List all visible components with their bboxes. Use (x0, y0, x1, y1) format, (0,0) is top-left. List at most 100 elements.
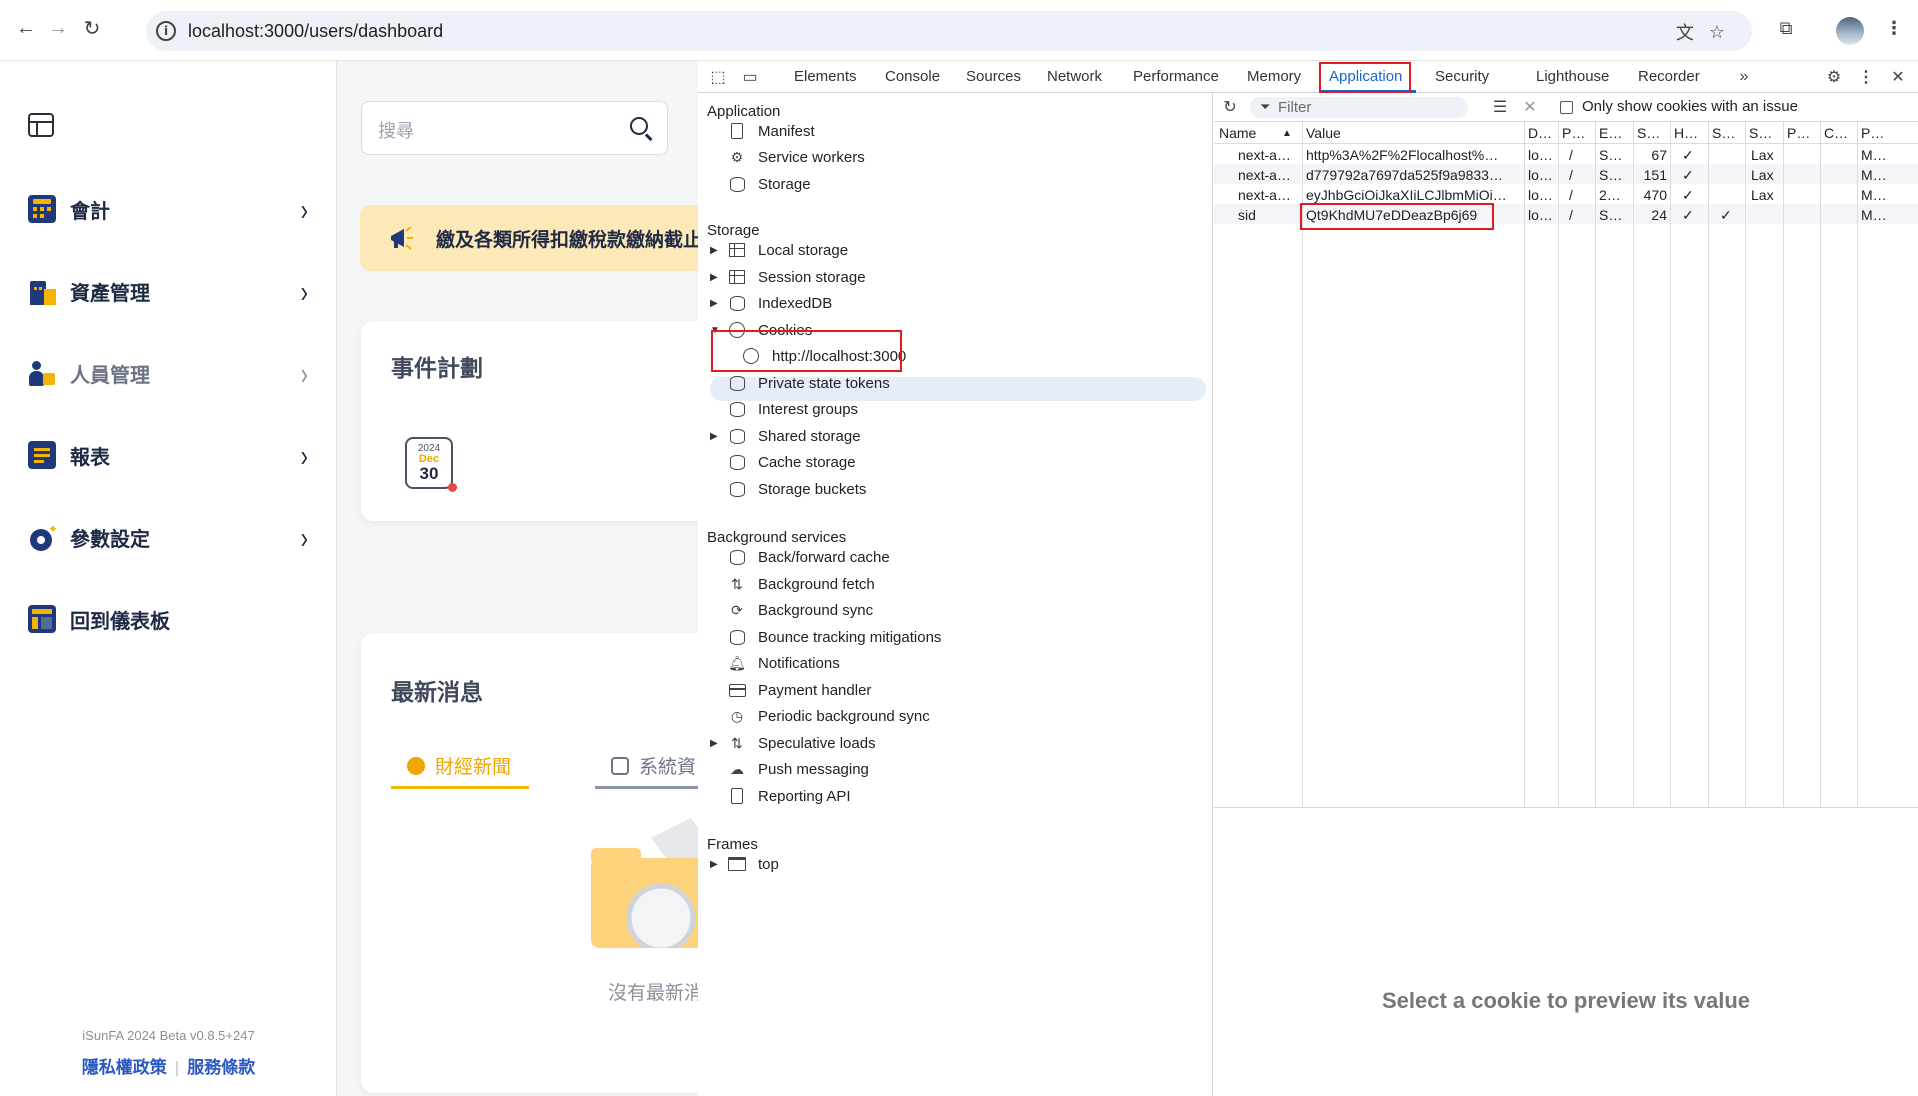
expand-arrow-icon[interactable]: ▶ (710, 738, 718, 749)
site-info-icon[interactable]: i (156, 21, 176, 41)
tree-item-background-fetch[interactable]: ⇅ Background fetch (698, 572, 1208, 596)
translate-icon[interactable]: 文 (1674, 21, 1696, 43)
tab-elements[interactable]: Elements (794, 68, 857, 85)
tree-item-background-sync[interactable]: ⟳ Background sync (698, 598, 1208, 622)
tab-memory[interactable]: Memory (1247, 68, 1301, 85)
address-bar[interactable]: i localhost:3000/users/dashboard 文 ☆ (146, 11, 1752, 51)
reload-icon[interactable]: ↻ (78, 14, 106, 42)
sidebar-item-label: 人員管理 (70, 364, 150, 387)
tree-item-manifest[interactable]: Manifest (698, 119, 1208, 143)
column-header-httponly[interactable]: H… (1674, 125, 1698, 141)
tree-item-indexeddb[interactable]: ▶ IndexedDB (698, 291, 1208, 315)
cell-path: / (1569, 207, 1573, 223)
database-icon (611, 756, 629, 775)
cell-samesite: Lax (1751, 187, 1774, 203)
more-tabs-icon[interactable]: » (1734, 67, 1754, 87)
close-icon[interactable]: ✕ (1888, 67, 1908, 87)
search-icon[interactable] (630, 117, 648, 135)
sidebar-toggle-icon[interactable] (28, 113, 54, 137)
sidebar-item-accounting[interactable]: 會計 › (28, 189, 308, 229)
tree-item-storage-buckets[interactable]: Storage buckets (698, 477, 1208, 501)
sidebar-item-assets[interactable]: 資產管理 › (28, 271, 308, 311)
only-issues-checkbox[interactable] (1560, 101, 1573, 114)
tree-item-label: Reporting API (758, 787, 851, 805)
tab-security[interactable]: Security (1435, 68, 1489, 85)
refresh-icon[interactable]: ↻ (1220, 97, 1240, 117)
profile-avatar[interactable] (1836, 17, 1864, 45)
expand-arrow-icon[interactable]: ▶ (710, 298, 718, 309)
tree-item-payment-handler[interactable]: Payment handler (698, 678, 1208, 702)
tree-item-interest-groups[interactable]: Interest groups (698, 397, 1208, 421)
tree-item-private-state-tokens[interactable]: Private state tokens (698, 371, 1208, 395)
database-icon (728, 374, 746, 392)
delete-selected-icon[interactable]: ✕ (1520, 97, 1540, 117)
terms-of-service-link[interactable]: 服務條款 (187, 1058, 255, 1077)
column-header-size[interactable]: S… (1637, 125, 1660, 141)
inspect-element-icon[interactable]: ⬚ (708, 67, 728, 87)
tree-item-label: Speculative loads (758, 734, 876, 752)
clear-all-icon[interactable]: ☰ (1490, 97, 1510, 117)
search-box[interactable]: 搜尋 (361, 101, 668, 155)
bookmark-star-icon[interactable]: ☆ (1706, 21, 1728, 43)
column-header-secure[interactable]: S… (1712, 125, 1735, 141)
sidebar-item-settings[interactable]: ✦ 參數設定 › (28, 517, 308, 557)
cell-domain: lo… (1528, 167, 1553, 183)
cell-httponly: ✓ (1682, 147, 1694, 163)
chrome-menu-icon[interactable]: ⋮ (1880, 14, 1908, 42)
column-header-cross-site[interactable]: C… (1824, 125, 1848, 141)
column-header-priority[interactable]: P… (1861, 125, 1884, 141)
search-input[interactable]: 搜尋 (378, 117, 414, 143)
tree-item-push-messaging[interactable]: ☁ Push messaging (698, 757, 1208, 781)
sidebar-item-dashboard[interactable]: 回到儀表板 (28, 599, 308, 639)
tab-lighthouse[interactable]: Lighthouse (1536, 68, 1609, 85)
tab-console[interactable]: Console (885, 68, 940, 85)
tree-item-speculative-loads[interactable]: ▶ ⇅ Speculative loads (698, 731, 1208, 755)
tree-item-storage[interactable]: Storage (698, 172, 1208, 196)
tree-item-shared-storage[interactable]: ▶ Shared storage (698, 424, 1208, 448)
column-header-path[interactable]: P… (1562, 125, 1585, 141)
sidebar-item-reports[interactable]: 報表 › (28, 435, 308, 475)
address-url[interactable]: localhost:3000/users/dashboard (188, 21, 443, 42)
column-header-partition-key[interactable]: P… (1787, 125, 1810, 141)
back-icon[interactable]: ← (12, 14, 40, 42)
tree-item-service-workers[interactable]: ⚙ Service workers (698, 145, 1208, 169)
device-toolbar-icon[interactable]: ▭ (740, 67, 760, 87)
extensions-icon[interactable]: ⧉ (1772, 14, 1800, 42)
column-header-samesite[interactable]: S… (1749, 125, 1772, 141)
settings-gear-icon[interactable]: ⚙ (1824, 67, 1844, 87)
tab-performance[interactable]: Performance (1133, 68, 1219, 85)
tree-item-label: Notifications (758, 654, 840, 672)
tree-item-reporting-api[interactable]: Reporting API (698, 784, 1208, 808)
tree-item-local-storage[interactable]: ▶ Local storage (698, 238, 1208, 262)
tree-item-cache-storage[interactable]: Cache storage (698, 450, 1208, 474)
expand-arrow-icon[interactable]: ▶ (710, 431, 718, 442)
expand-arrow-icon[interactable]: ▶ (710, 245, 718, 256)
calculator-icon (28, 195, 56, 223)
tree-item-notifications[interactable]: 🔔︎ Notifications (698, 651, 1208, 675)
column-header-expires[interactable]: E… (1599, 125, 1622, 141)
column-header-value[interactable]: Value (1306, 125, 1341, 141)
tree-item-bounce-tracking[interactable]: Bounce tracking mitigations (698, 625, 1208, 649)
sidebar-item-personnel[interactable]: 人員管理 › (28, 353, 308, 393)
column-header-name[interactable]: Name (1219, 125, 1256, 141)
tree-item-periodic-sync[interactable]: ◷ Periodic background sync (698, 704, 1208, 728)
sort-ascending-icon[interactable]: ▲ (1282, 128, 1292, 139)
expand-arrow-icon[interactable]: ▶ (710, 272, 718, 283)
filter-input[interactable]: ⏷ Filter (1250, 97, 1468, 118)
tab-finance-news[interactable]: 財經新聞 (391, 745, 529, 789)
only-issues-label[interactable]: Only show cookies with an issue (1582, 98, 1798, 115)
tab-sources[interactable]: Sources (966, 68, 1021, 85)
tree-item-back-forward-cache[interactable]: Back/forward cache (698, 545, 1208, 569)
column-header-domain[interactable]: D… (1528, 125, 1552, 141)
tab-recorder[interactable]: Recorder (1638, 68, 1700, 85)
tree-item-session-storage[interactable]: ▶ Session storage (698, 265, 1208, 289)
tab-network[interactable]: Network (1047, 68, 1102, 85)
forward-icon[interactable]: → (44, 14, 72, 42)
announcement-text[interactable]: 繳及各類所得扣繳稅款繳納截止 (436, 225, 698, 252)
devtools-menu-icon[interactable]: ⋮ (1856, 67, 1876, 87)
tree-item-top-frame[interactable]: ▶ top (698, 852, 1208, 876)
calendar-icon[interactable]: 2024 Dec 30 (405, 437, 457, 492)
tab-system-news[interactable]: 系統資 (595, 745, 698, 789)
expand-arrow-icon[interactable]: ▶ (710, 859, 718, 870)
privacy-policy-link[interactable]: 隱私權政策 (82, 1058, 167, 1077)
